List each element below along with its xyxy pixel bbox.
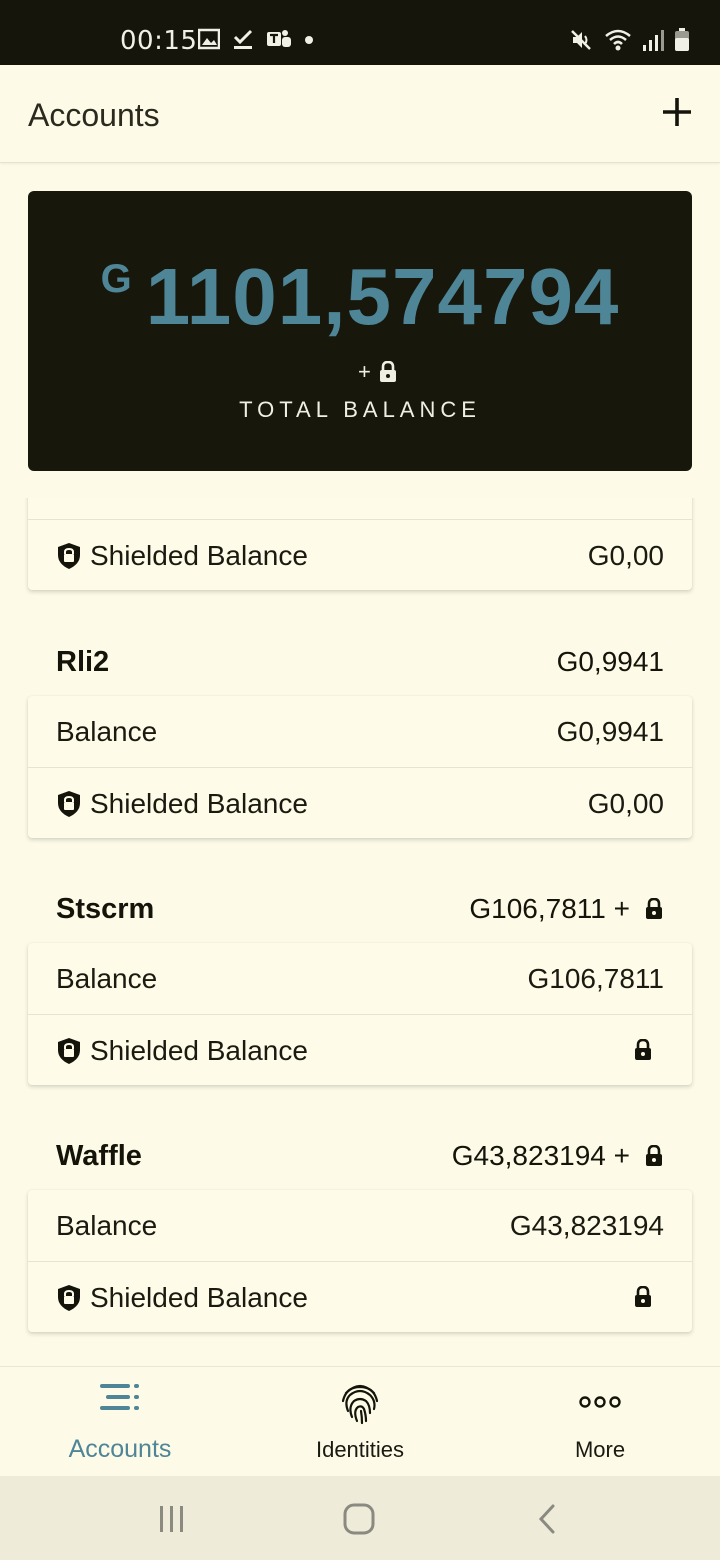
account-total: G43,823194 + (452, 1140, 664, 1172)
battery-icon (675, 28, 689, 51)
total-balance-label: TOTAL BALANCE (239, 397, 481, 422)
account-total-value: G106,7811 + (469, 893, 630, 924)
account-header[interactable]: Stscrm G106,7811 + (28, 879, 692, 939)
balance-value: G0,9941 (556, 716, 664, 747)
task-done-icon (233, 29, 253, 49)
wifi-icon (605, 29, 631, 51)
account-name: Waffle (56, 1140, 142, 1172)
bottom-navigation: Accounts Identities More (0, 1366, 720, 1476)
teams-icon (267, 30, 291, 47)
shielded-balance-row[interactable]: Shielded Balance G0,00 (28, 767, 692, 838)
balance-value: G43,823194 (509, 1210, 664, 1241)
balance-value: G106,7811 (527, 963, 665, 994)
lock-icon (646, 1145, 662, 1166)
shielded-balance-text: Shielded Balance (90, 540, 308, 571)
shielded-balance-label: Shielded Balance (56, 1035, 308, 1067)
shielded-balance-row[interactable]: Shielded Balance (28, 1261, 692, 1332)
account-total-value: G43,823194 + (451, 1140, 630, 1171)
status-time: 00:15 (120, 26, 198, 56)
mute-icon (571, 30, 591, 50)
shield-lock-icon (58, 791, 80, 817)
home-button[interactable] (343, 1503, 375, 1535)
shielded-balance-label: Shielded Balance (56, 540, 308, 572)
account-card-partial[interactable]: Shielded Balance G0,00 (28, 498, 692, 590)
nav-identities-label: Identities (315, 1437, 405, 1462)
lock-icon (379, 361, 396, 382)
account-header[interactable]: Waffle G43,823194 + (28, 1126, 692, 1186)
gallery-icon (198, 28, 220, 50)
account-card[interactable]: Balance G43,823194 Shielded Balance (28, 1190, 692, 1332)
shielded-balance-label: Shielded Balance (56, 1282, 308, 1314)
total-balance-value: 1101,574794 (145, 252, 620, 341)
nav-more-label: More (574, 1437, 626, 1462)
list-icon (100, 1384, 139, 1410)
accounts-list[interactable]: Shielded Balance G0,00 Rli2 G0,9941 Bala… (0, 498, 720, 1366)
app-bar: Accounts (0, 65, 720, 163)
balance-row[interactable]: Balance G106,7811 (28, 943, 692, 1014)
shielded-balance-text: Shielded Balance (90, 788, 308, 819)
add-account-button[interactable] (660, 95, 694, 129)
nav-accounts-label: Accounts (68, 1435, 172, 1463)
total-balance-amount: G 1101,574794 (28, 251, 692, 343)
total-balance-card: G 1101,574794 + TOTAL BALANCE (28, 191, 692, 471)
balance-row[interactable]: Balance G43,823194 (28, 1190, 692, 1261)
fingerprint-icon (341, 1384, 379, 1425)
signal-icon (643, 30, 664, 51)
dot-icon (305, 36, 313, 44)
shielded-balance-row[interactable]: Shielded Balance (28, 1014, 692, 1085)
back-button[interactable] (535, 1503, 559, 1535)
balance-row (28, 498, 692, 519)
plus-sign: + (358, 359, 371, 384)
page-title: Accounts (28, 97, 160, 133)
more-icon (579, 1396, 621, 1408)
account-total: G106,7811 + (469, 893, 664, 925)
balance-label: Balance (56, 1210, 158, 1241)
account-total-value: G0,9941 (556, 646, 664, 677)
system-status-icons (570, 28, 690, 52)
account-name: Rli2 (56, 646, 110, 678)
currency-symbol: G (100, 257, 132, 301)
recent-apps-button[interactable] (157, 1504, 187, 1534)
shielded-balance-text: Shielded Balance (90, 1282, 308, 1313)
account-card[interactable]: Balance G106,7811 Shielded Balance (28, 943, 692, 1085)
account-name: Stscrm (56, 893, 155, 925)
shield-lock-icon (58, 1038, 80, 1064)
nav-accounts[interactable]: Accounts (0, 1367, 240, 1477)
account-total: G0,9941 (557, 646, 664, 678)
notification-icons (198, 28, 314, 50)
account-header[interactable]: Rli2 G0,9941 (28, 632, 692, 692)
nav-more[interactable]: More (480, 1367, 720, 1477)
status-bar: 00:15 (0, 0, 720, 65)
lock-icon (646, 898, 662, 919)
shielded-balance-row: Shielded Balance G0,00 (28, 519, 692, 590)
balance-label: Balance (56, 963, 158, 994)
shield-lock-icon (58, 1285, 80, 1311)
shielded-indicator: + (358, 359, 397, 385)
lock-icon (635, 1039, 651, 1060)
shielded-balance-value: G0,00 (587, 788, 664, 819)
system-navigation-bar (0, 1476, 720, 1560)
balance-row[interactable]: Balance G0,9941 (28, 696, 692, 767)
lock-icon (635, 1286, 651, 1307)
balance-label: Balance (56, 716, 158, 747)
account-card[interactable]: Balance G0,9941 Shielded Balance G0,00 (28, 696, 692, 838)
shielded-balance-value: G0,00 (587, 540, 664, 571)
shielded-balance-text: Shielded Balance (90, 1035, 308, 1066)
shield-lock-icon (58, 543, 80, 569)
shielded-balance-label: Shielded Balance (56, 788, 308, 820)
nav-identities[interactable]: Identities (240, 1367, 480, 1477)
